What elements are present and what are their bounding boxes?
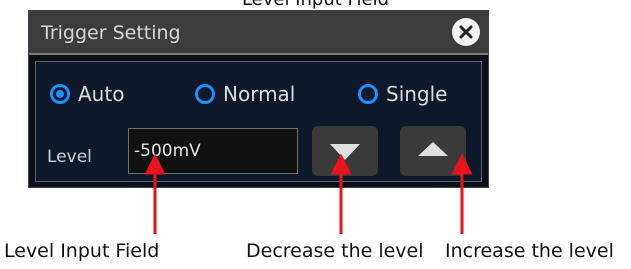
annotation-decrease: Decrease the level xyxy=(246,240,424,262)
annotation-input-field: Level Input Field xyxy=(4,240,160,262)
annotation-arrows xyxy=(144,153,473,234)
annotation-increase: Increase the level xyxy=(445,240,614,262)
